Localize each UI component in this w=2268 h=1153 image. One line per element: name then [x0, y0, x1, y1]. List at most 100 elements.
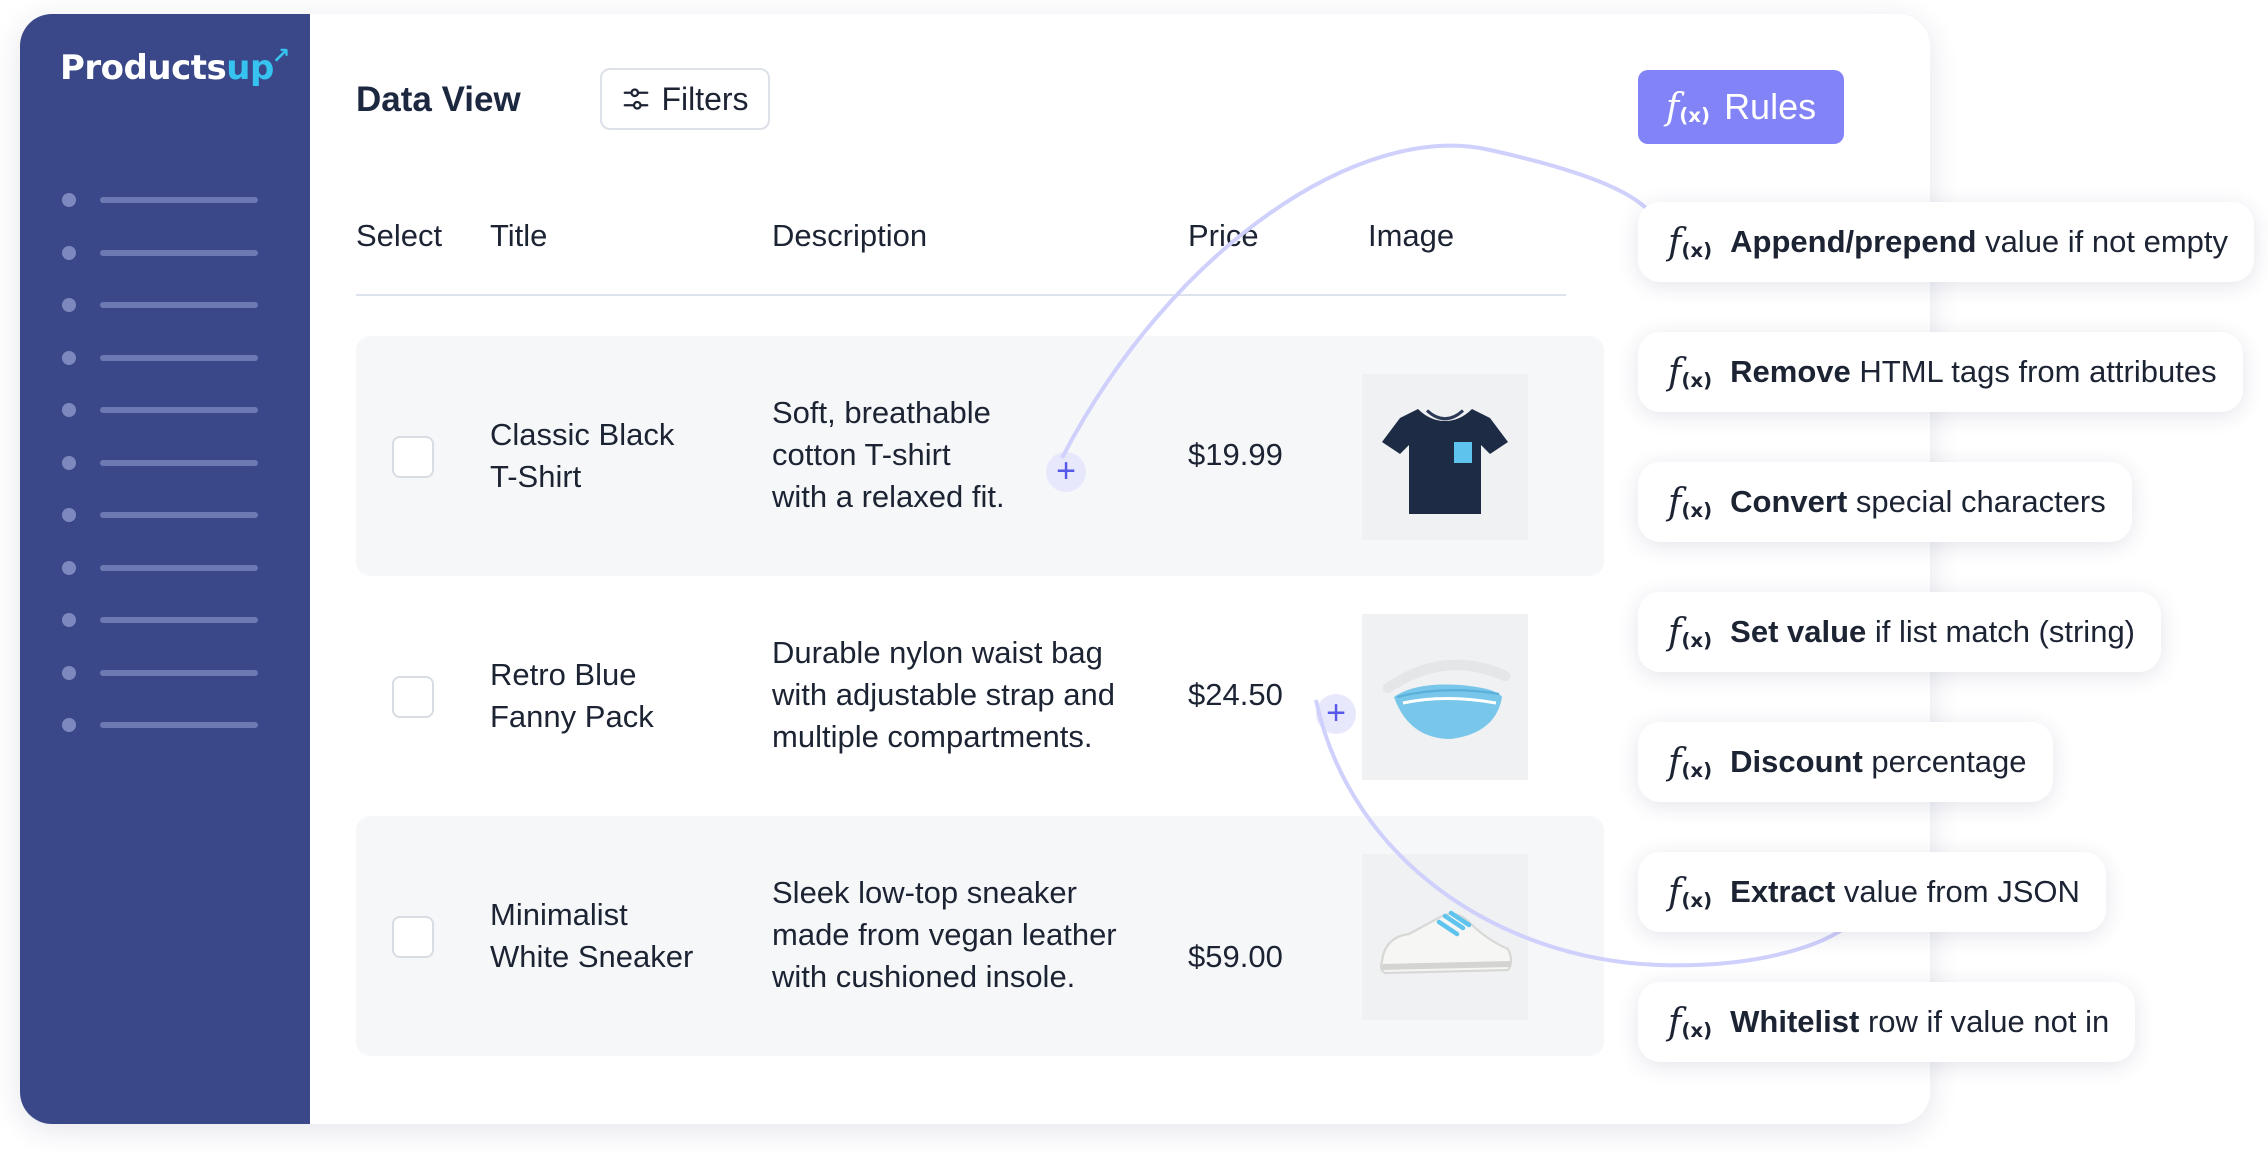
rule-item[interactable]: f(x) Convert special characters	[1638, 462, 2132, 542]
rule-label-bold: Convert	[1730, 484, 1848, 519]
column-header-select[interactable]: Select	[356, 218, 442, 254]
sidebar-item[interactable]	[62, 699, 258, 752]
nav-dot-icon	[62, 298, 76, 313]
t-shirt-image	[1362, 374, 1528, 540]
sidebar-item[interactable]	[62, 384, 258, 437]
row-description: Durable nylon waist bag with adjustable …	[772, 632, 1162, 758]
productsup-logo[interactable]: Productsup ↗	[60, 44, 290, 88]
fx-symbol: f	[1668, 611, 1682, 653]
row-description-line: Soft, breathable	[772, 395, 991, 430]
nav-placeholder-line	[100, 617, 258, 624]
sliders-icon	[624, 88, 649, 110]
fx-subscript: (x)	[1681, 1018, 1713, 1042]
add-rule-price-button[interactable]: +	[1316, 694, 1356, 734]
rule-label-bold: Discount	[1730, 744, 1863, 779]
filters-button[interactable]: Filters	[600, 68, 770, 130]
rule-label: Remove HTML tags from attributes	[1730, 354, 2216, 390]
fx-subscript: (x)	[1679, 103, 1711, 127]
function-icon: f(x)	[1668, 482, 1712, 523]
row-description-line: multiple compartments.	[772, 719, 1093, 754]
fanny-pack-image	[1362, 614, 1528, 780]
sidebar-item[interactable]	[62, 647, 258, 700]
sidebar-item[interactable]	[62, 594, 258, 647]
sidebar-item[interactable]	[62, 279, 258, 332]
column-header-description[interactable]: Description	[772, 218, 927, 254]
sidebar-item[interactable]	[62, 542, 258, 595]
function-icon: f(x)	[1668, 1002, 1712, 1043]
table-row[interactable]: Classic Black T-Shirt Soft, breathable c…	[356, 336, 1604, 576]
rule-item[interactable]: f(x) Remove HTML tags from attributes	[1638, 332, 2243, 412]
row-select-checkbox[interactable]	[392, 676, 434, 718]
fx-subscript: (x)	[1681, 758, 1713, 782]
rules-label: Rules	[1724, 86, 1817, 127]
data-view-panel: Data View Filters Select Title Descripti…	[310, 14, 1930, 1124]
fx-symbol: f	[1668, 351, 1682, 393]
nav-dot-icon	[62, 193, 76, 208]
rule-label-bold: Whitelist	[1730, 1004, 1860, 1039]
nav-dot-icon	[62, 455, 76, 470]
row-title: Classic Black T-Shirt	[490, 414, 740, 498]
nav-dot-icon	[62, 613, 76, 628]
logo-accent-text: up	[226, 48, 274, 88]
row-price: $24.50	[1188, 677, 1283, 712]
nav-dot-icon	[62, 508, 76, 523]
rule-label-rest: HTML tags from attributes	[1850, 354, 2217, 389]
rule-label: Discount percentage	[1730, 744, 2026, 780]
function-icon: f(x)	[1668, 222, 1712, 263]
nav-placeholder-line	[100, 407, 258, 414]
fx-subscript: (x)	[1681, 238, 1713, 262]
nav-placeholder-line	[100, 459, 258, 466]
rule-label-rest: special characters	[1847, 484, 2106, 519]
table-row[interactable]: Retro Blue Fanny Pack Durable nylon wais…	[356, 576, 1604, 816]
column-header-price[interactable]: Price	[1188, 218, 1259, 254]
rules-button[interactable]: f(x) Rules	[1638, 70, 1844, 144]
nav-placeholder-line	[100, 512, 258, 519]
fx-symbol: f	[1668, 221, 1682, 263]
column-header-title[interactable]: Title	[490, 218, 547, 254]
rule-item[interactable]: f(x) Set value if list match (string)	[1638, 592, 2162, 672]
sidebar-item[interactable]	[62, 227, 258, 280]
nav-dot-icon	[62, 245, 76, 260]
row-price: $59.00	[1188, 939, 1283, 974]
table-row[interactable]: Minimalist White Sneaker Sleek low-top s…	[356, 816, 1604, 1056]
function-icon: f(x)	[1668, 872, 1712, 913]
nav-dot-icon	[62, 403, 76, 418]
rule-label: Extract value from JSON	[1730, 874, 2080, 910]
fx-symbol: f	[1668, 871, 1682, 913]
page-title: Data View	[356, 80, 521, 119]
fx-symbol: f	[1668, 481, 1682, 523]
rule-item[interactable]: f(x) Extract value from JSON	[1638, 852, 2106, 932]
rule-label-rest: row if value not in	[1859, 1004, 2110, 1039]
row-title: Retro Blue Fanny Pack	[490, 654, 740, 738]
rule-label-bold: Extract	[1730, 874, 1836, 909]
nav-placeholder-line	[100, 722, 258, 729]
sidebar-item[interactable]	[62, 489, 258, 542]
rule-item[interactable]: f(x) Whitelist row if value not in	[1638, 982, 2136, 1062]
rule-item[interactable]: f(x) Discount percentage	[1638, 722, 2053, 802]
logo-text: Products	[60, 48, 227, 88]
column-header-image[interactable]: Image	[1368, 218, 1454, 254]
row-description-line: with a relaxed fit.	[772, 479, 1005, 514]
row-description-line: Sleek low-top sneaker	[772, 875, 1077, 910]
sidebar-item[interactable]	[62, 437, 258, 490]
row-title-line: Minimalist	[490, 897, 628, 932]
row-title-line: Classic Black	[490, 417, 675, 452]
app-window: Productsup ↗ Data View Filters Select Ti…	[20, 14, 1930, 1124]
row-title-line: Fanny Pack	[490, 699, 654, 734]
rule-label-rest: value if not empty	[1976, 224, 2229, 259]
fx-subscript: (x)	[1681, 368, 1713, 392]
row-description-line: made from vegan leather	[772, 917, 1117, 952]
sidebar-item[interactable]	[62, 174, 258, 227]
sidebar-item[interactable]	[62, 332, 258, 385]
add-rule-description-button[interactable]: +	[1046, 452, 1086, 492]
row-select-checkbox[interactable]	[392, 436, 434, 478]
rule-label: Set value if list match (string)	[1730, 614, 2135, 650]
row-title-line: Retro Blue	[490, 657, 637, 692]
nav-placeholder-line	[100, 249, 258, 256]
function-icon: f(x)	[1668, 352, 1712, 393]
function-icon: f(x)	[1668, 612, 1712, 653]
nav-placeholder-line	[100, 669, 258, 676]
sidebar: Productsup ↗	[20, 14, 310, 1124]
rule-item[interactable]: f(x) Append/prepend value if not empty	[1638, 202, 2255, 282]
row-select-checkbox[interactable]	[392, 916, 434, 958]
